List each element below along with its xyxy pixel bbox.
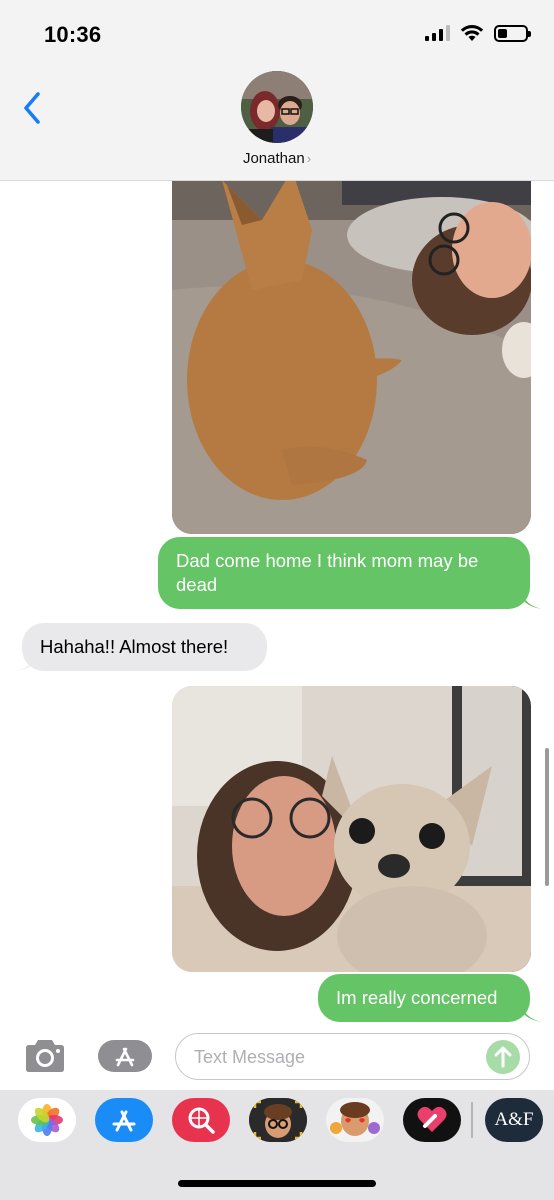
battery-fill xyxy=(498,28,508,38)
animoji-stickers-icon[interactable] xyxy=(326,1098,384,1142)
message-photo-woman-with-chihuahua[interactable] xyxy=(172,686,531,972)
image-search-icon[interactable] xyxy=(172,1098,230,1142)
contact-avatar[interactable] xyxy=(241,71,313,143)
memoji-icon[interactable] xyxy=(249,1098,307,1142)
bubble-tail xyxy=(522,1004,542,1022)
camera-icon[interactable] xyxy=(22,1038,68,1074)
app-store-glyph xyxy=(112,1110,136,1132)
photo-content xyxy=(172,686,531,972)
photos-app-icon[interactable] xyxy=(18,1098,76,1142)
home-indicator[interactable] xyxy=(178,1180,376,1187)
arrow-up-icon xyxy=(494,1046,512,1068)
compose-bar xyxy=(0,1024,554,1090)
send-button[interactable] xyxy=(486,1040,520,1074)
heart-icon xyxy=(417,1106,447,1132)
status-icons xyxy=(425,24,531,42)
cellular-signal-icon xyxy=(425,25,450,41)
app-store-icon xyxy=(115,1047,135,1067)
magnifier-globe-icon xyxy=(188,1107,215,1134)
battery-icon xyxy=(494,24,531,42)
wifi-icon xyxy=(460,25,484,41)
avatar-photo xyxy=(241,71,313,143)
text-message-field[interactable] xyxy=(175,1033,530,1080)
contact-name-button[interactable]: Jonathan › xyxy=(0,150,554,167)
bubble-tail xyxy=(16,653,36,671)
message-bubble-outgoing[interactable]: Dad come home I think mom may be dead xyxy=(158,537,530,609)
message-bubble-incoming[interactable]: Hahaha!! Almost there! xyxy=(22,623,267,671)
message-bubble-outgoing[interactable]: Im really concerned xyxy=(318,974,530,1022)
text-message-input[interactable] xyxy=(194,1044,484,1070)
message-photo-dog-on-couch[interactable] xyxy=(172,150,531,534)
conversation-header: 10:36 Jonathan › xyxy=(0,0,554,181)
photos-flower-icon xyxy=(31,1104,63,1136)
memoji-face-icon xyxy=(249,1098,307,1142)
scroll-indicator[interactable] xyxy=(545,748,549,886)
bubble-tail xyxy=(522,591,542,609)
af-app-icon[interactable]: A&F xyxy=(485,1098,543,1142)
memoji-stickers-icon xyxy=(330,1102,380,1136)
app-store-drawer-button[interactable] xyxy=(98,1040,152,1072)
back-chevron-icon[interactable] xyxy=(18,88,48,128)
app-store-icon[interactable] xyxy=(95,1098,153,1142)
photo-content xyxy=(172,150,531,534)
digital-touch-heart-icon[interactable] xyxy=(403,1098,461,1142)
drawer-divider xyxy=(471,1102,473,1138)
status-time: 10:36 xyxy=(44,22,102,47)
contact-name: Jonathan xyxy=(242,150,305,167)
contact-chevron-icon: › xyxy=(306,151,312,166)
